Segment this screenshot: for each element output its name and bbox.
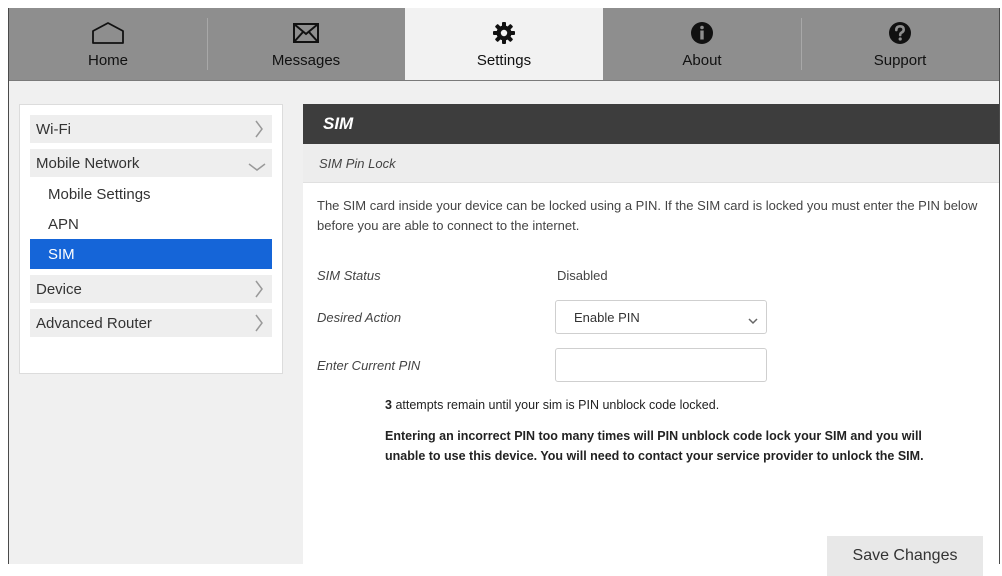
sidebar-item-label: Device: [36, 280, 82, 298]
tab-home[interactable]: Home: [9, 8, 207, 80]
sim-panel: SIM SIM Pin Lock The SIM card inside you…: [303, 104, 999, 576]
sim-status-value: Disabled: [557, 268, 608, 283]
tab-messages[interactable]: Messages: [207, 8, 405, 80]
sidebar-item-label: Mobile Network: [36, 154, 140, 172]
sidebar: Wi-Fi Mobile Network Mobile Settings APN…: [19, 104, 283, 374]
tab-settings[interactable]: Settings: [405, 8, 603, 80]
chevron-right-icon: [254, 120, 264, 142]
sidebar-item-mobile-settings[interactable]: Mobile Settings: [30, 179, 272, 209]
chevron-down-icon: [748, 313, 758, 328]
sidebar-item-advanced-router[interactable]: Advanced Router: [30, 309, 272, 337]
tab-home-label: Home: [87, 52, 128, 69]
attempts-text: attempts remain until your sim is PIN un…: [395, 398, 720, 412]
warning-text: Entering an incorrect PIN too many times…: [385, 429, 924, 463]
section-title: SIM Pin Lock: [303, 144, 999, 183]
attempts-note: 3 attempts remain until your sim is PIN …: [385, 398, 719, 412]
info-icon: [690, 20, 714, 46]
sidebar-item-device[interactable]: Device: [30, 275, 272, 303]
current-pin-label: Enter Current PIN: [317, 358, 421, 373]
sim-status-label: SIM Status: [317, 268, 381, 283]
sidebar-item-label: Wi-Fi: [36, 120, 71, 138]
mobile-network-submenu: Mobile Settings APN SIM: [20, 179, 282, 269]
sidebar-item-mobile-network[interactable]: Mobile Network: [30, 149, 272, 177]
save-button[interactable]: Save Changes: [827, 536, 983, 576]
chevron-right-icon: [254, 314, 264, 336]
question-icon: [888, 20, 912, 46]
chevron-right-icon: [254, 280, 264, 302]
page-title: SIM: [303, 104, 999, 144]
home-icon: [91, 20, 125, 46]
desired-action-value: Enable PIN: [574, 309, 640, 325]
chevron-down-icon: [248, 159, 266, 176]
tab-settings-label: Settings: [476, 52, 532, 69]
tab-support-label: Support: [873, 52, 927, 69]
sidebar-item-sim[interactable]: SIM: [30, 239, 272, 269]
sidebar-item-wifi[interactable]: Wi-Fi: [30, 115, 272, 143]
tab-support[interactable]: Support: [801, 8, 999, 80]
desired-action-select[interactable]: Enable PIN: [555, 300, 767, 334]
sidebar-item-apn[interactable]: APN: [30, 209, 272, 239]
app-frame: Home Messages Settings About Support Wi-…: [8, 8, 1000, 576]
attempts-count: 3: [385, 398, 392, 412]
sidebar-item-label: Advanced Router: [36, 314, 152, 332]
envelope-icon: [293, 20, 319, 46]
gear-icon: [492, 20, 516, 46]
tab-about[interactable]: About: [603, 8, 801, 80]
top-nav: Home Messages Settings About Support: [9, 8, 999, 81]
tab-messages-label: Messages: [271, 52, 341, 69]
tab-about-label: About: [682, 52, 722, 69]
description-text: The SIM card inside your device can be l…: [317, 198, 978, 233]
current-pin-input[interactable]: [555, 348, 767, 382]
desired-action-label: Desired Action: [317, 310, 402, 325]
